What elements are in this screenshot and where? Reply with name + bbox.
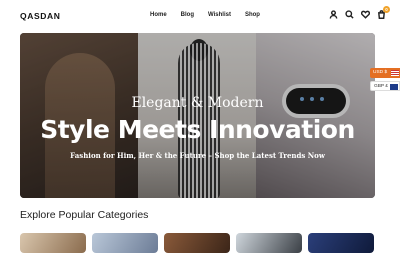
logo[interactable]: QASDAN [20,11,60,21]
search-icon[interactable] [344,9,354,19]
hero-kicker: Elegant & Modern [131,95,264,111]
cart-icon[interactable]: 0 [376,6,390,19]
nav-shop[interactable]: Shop [245,12,260,18]
user-icon[interactable] [328,9,338,19]
category-card[interactable] [308,233,374,253]
header-icons: 0 [328,6,390,19]
category-card[interactable] [164,233,230,253]
category-card[interactable] [92,233,158,253]
hero-title: Style Meets Innovation [40,115,355,144]
main-nav: Home Blog Wishlist Shop [150,12,274,18]
hero-subtitle: Fashion for Him, Her & the Future – Shop… [70,151,325,160]
currency-usd[interactable]: USD $ [370,68,400,78]
category-card[interactable] [236,233,302,253]
cart-count-badge: 0 [383,6,390,13]
currency-gbp[interactable]: GBP £ [370,81,400,91]
nav-wishlist[interactable]: Wishlist [208,12,231,18]
hero-banner[interactable]: Elegant & Modern Style Meets Innovation … [20,33,375,198]
nav-blog[interactable]: Blog [181,12,194,18]
heart-icon[interactable] [360,9,370,19]
currency-usd-label: USD $ [373,70,388,75]
currency-gbp-label: GBP £ [374,84,389,89]
section-title: Explore Popular Categories [20,209,149,221]
us-flag-icon [391,70,399,76]
gb-flag-icon [390,84,398,90]
nav-home[interactable]: Home [150,12,167,18]
category-card[interactable] [20,233,86,253]
